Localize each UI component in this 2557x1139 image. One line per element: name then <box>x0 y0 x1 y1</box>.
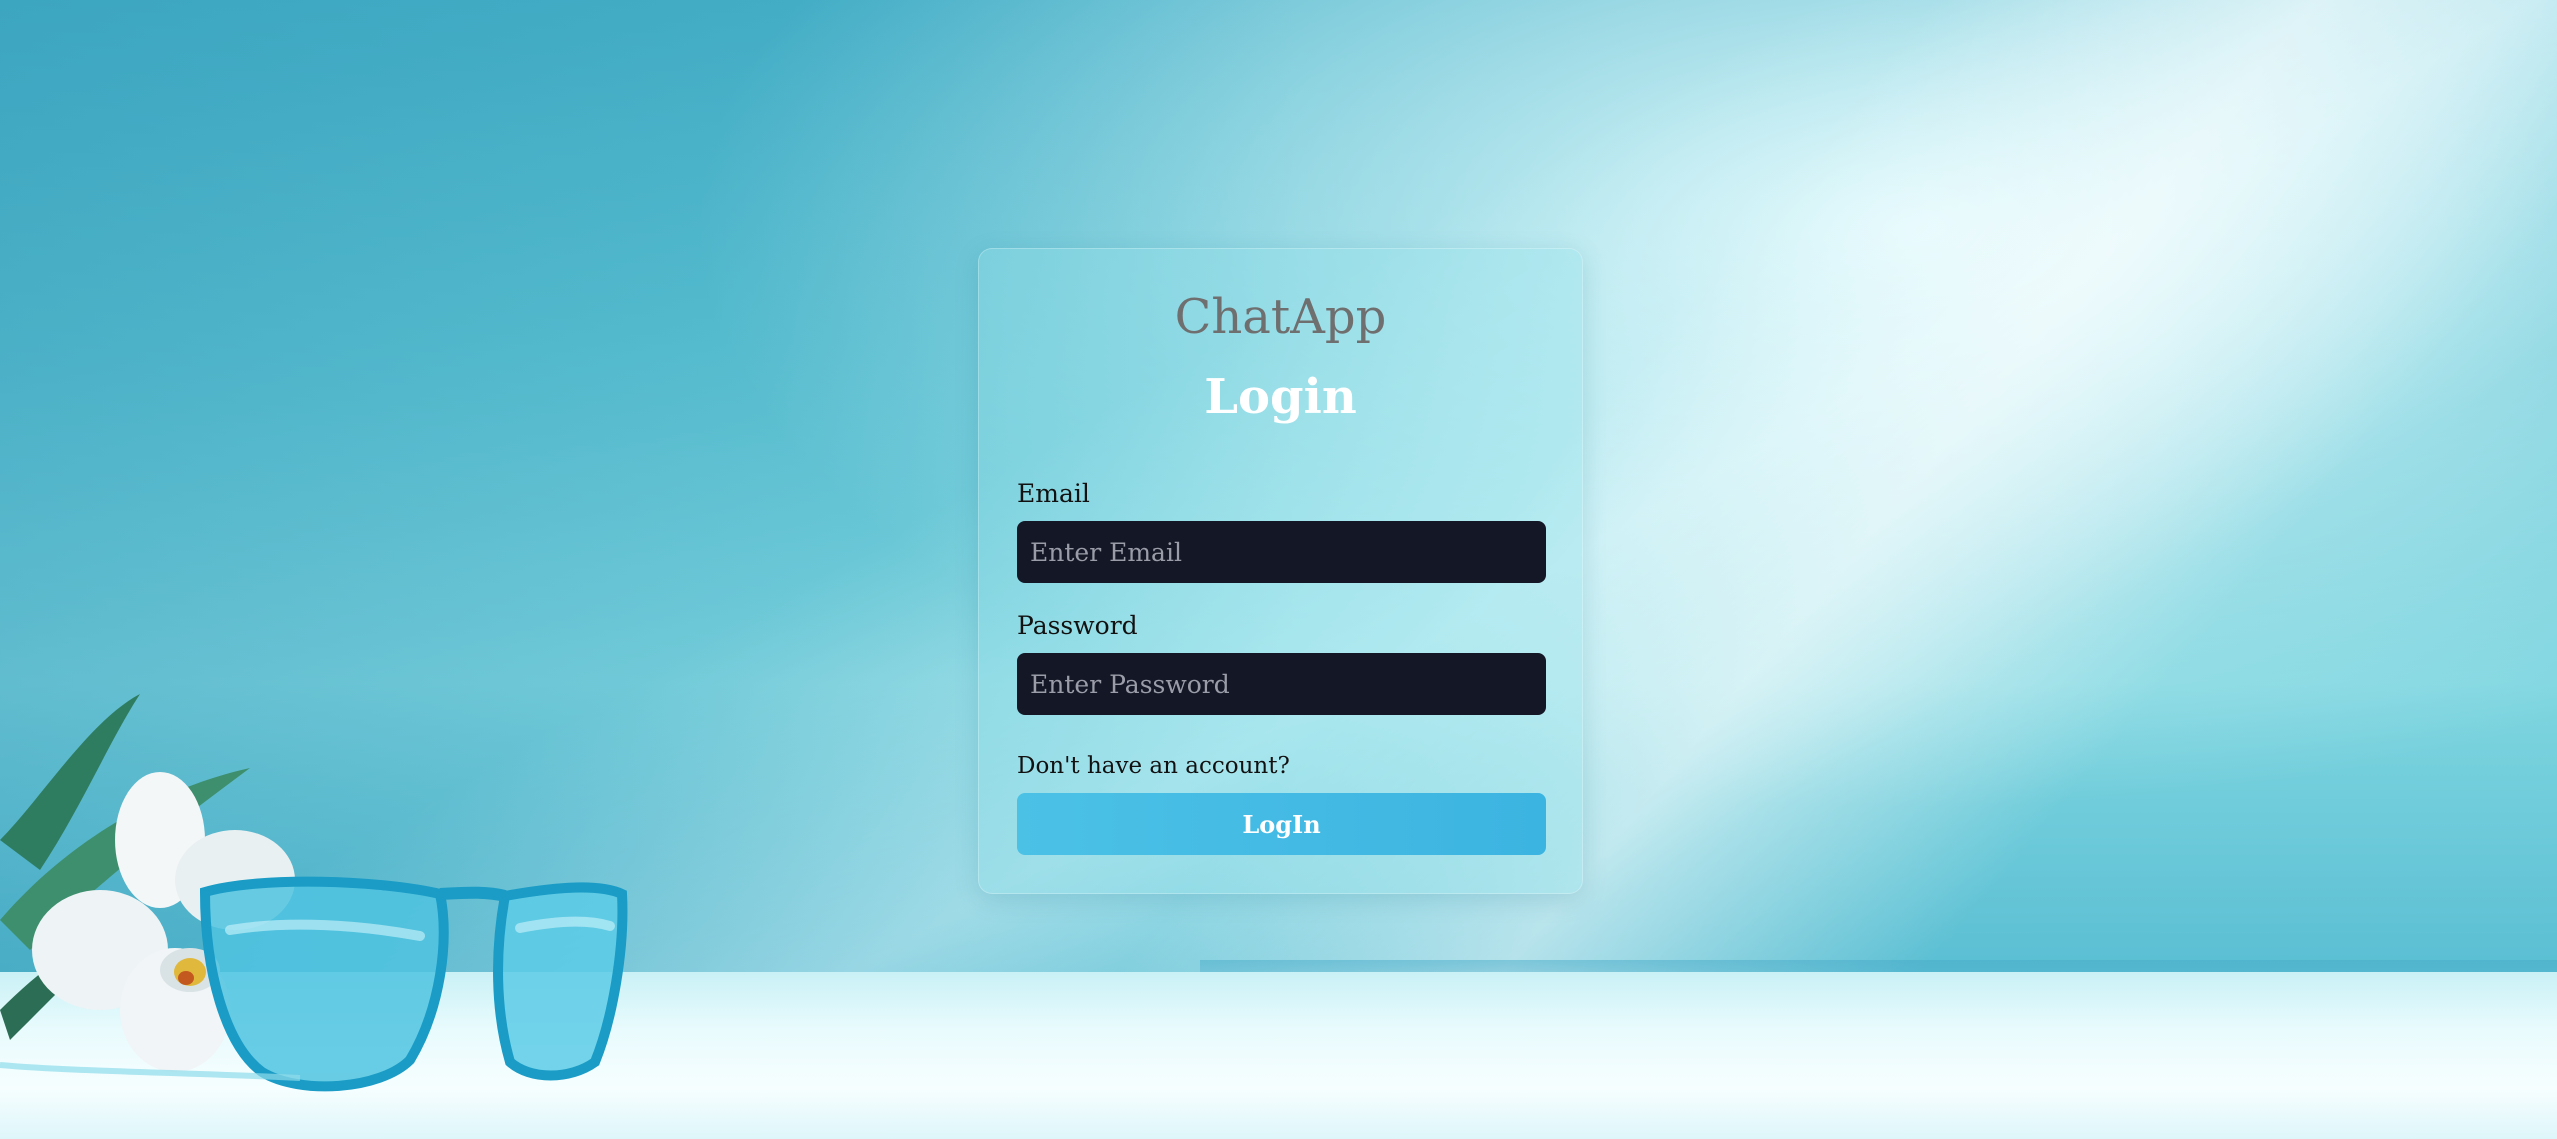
signup-link[interactable]: Don't have an account? <box>1017 753 1290 779</box>
background-decoration <box>0 694 628 1092</box>
login-heading: Login <box>1204 369 1357 425</box>
app-title: ChatApp <box>1174 289 1387 345</box>
login-button[interactable]: LogIn <box>1017 793 1546 855</box>
password-field[interactable] <box>1017 653 1546 715</box>
login-card: ChatApp Login Email Password Don't have … <box>978 248 1583 894</box>
email-field[interactable] <box>1017 521 1546 583</box>
email-label: Email <box>1017 479 1090 508</box>
password-label: Password <box>1017 611 1138 640</box>
